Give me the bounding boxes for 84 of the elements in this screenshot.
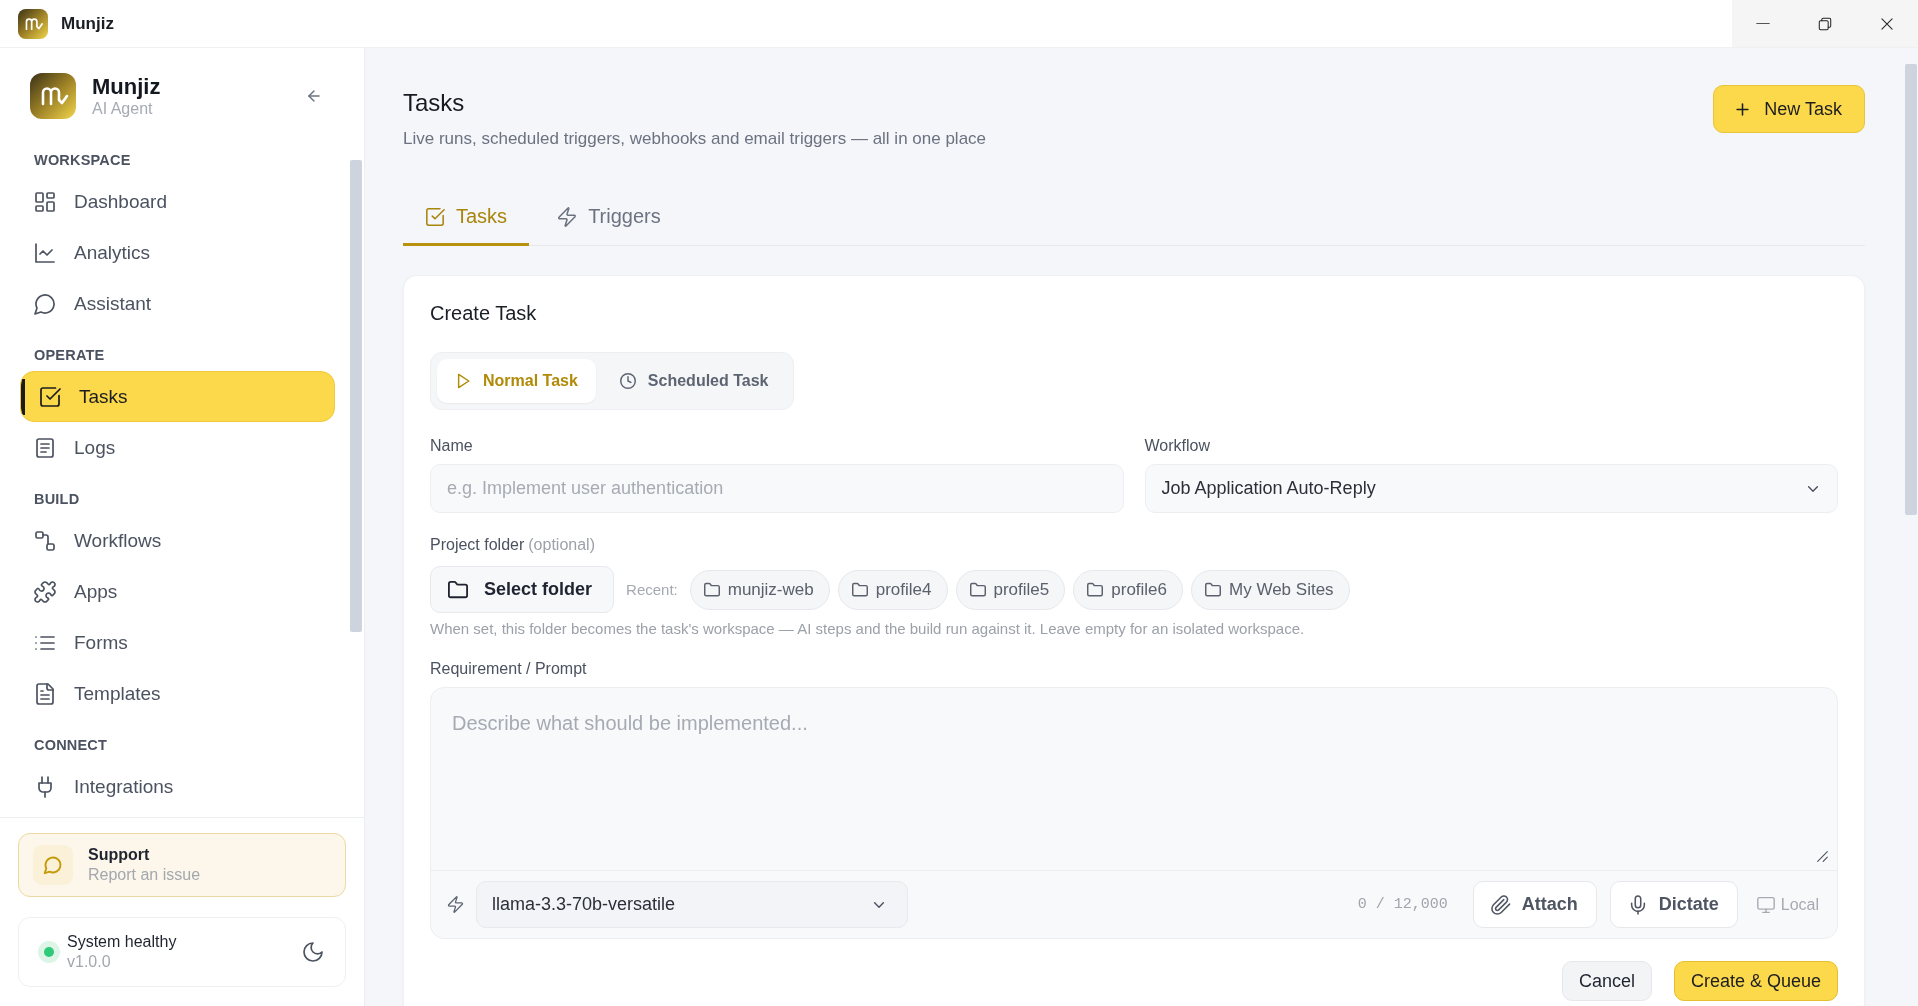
dictate-button[interactable]: Dictate bbox=[1609, 881, 1738, 928]
page-title: Tasks bbox=[403, 88, 465, 118]
checkbox-icon bbox=[425, 206, 445, 227]
folder-icon bbox=[1087, 581, 1104, 598]
optional-hint: (optional) bbox=[528, 535, 595, 555]
folder-icon bbox=[1205, 581, 1222, 598]
app-title: Munjiz bbox=[61, 13, 114, 34]
logo-icon bbox=[30, 73, 76, 119]
play-icon bbox=[455, 373, 471, 389]
nav-item[interactable]: Assistant bbox=[20, 278, 335, 329]
lightning-icon bbox=[557, 206, 578, 227]
recent-folder-chip[interactable]: profile6 bbox=[1073, 569, 1184, 610]
close-icon bbox=[1880, 16, 1894, 31]
folder-icon bbox=[703, 581, 720, 598]
recent-folder-chip[interactable]: munjiz-web bbox=[689, 569, 830, 610]
puzzle-icon bbox=[34, 580, 56, 603]
new-task-button[interactable]: New Task bbox=[1713, 85, 1865, 133]
minimize-button[interactable] bbox=[1732, 0, 1794, 47]
checkbox-icon bbox=[39, 385, 61, 408]
nav-item[interactable]: Integrations bbox=[20, 761, 335, 812]
recent-folder-chip[interactable]: profile4 bbox=[837, 569, 948, 610]
field-label: Project folder bbox=[430, 535, 525, 555]
scrollbar-thumb[interactable] bbox=[1905, 64, 1917, 515]
lightning-icon bbox=[447, 896, 464, 913]
model-select[interactable]: llama-3.3-70b-versatile bbox=[476, 881, 908, 928]
plus-icon bbox=[1734, 100, 1752, 118]
select-folder-button[interactable]: Select folder bbox=[430, 566, 615, 613]
tab[interactable]: Triggers bbox=[535, 190, 683, 246]
version-label: v1.0.0 bbox=[67, 952, 111, 972]
section-label: OPERATE bbox=[34, 346, 105, 365]
nav-item[interactable]: Workflows bbox=[20, 515, 335, 566]
submit-button[interactable]: Create & Queue bbox=[1673, 961, 1838, 1001]
nav-item[interactable]: Analytics bbox=[20, 227, 335, 278]
nav-item[interactable]: Apps bbox=[20, 566, 335, 617]
support-subtitle: Report an issue bbox=[88, 865, 201, 885]
clock-icon bbox=[619, 373, 636, 389]
section-label: BUILD bbox=[34, 490, 80, 509]
brand-tagline: AI Agent bbox=[92, 99, 153, 119]
character-count: 0 / 12,000 bbox=[1357, 896, 1448, 913]
help-text: When set, this folder becomes the task's workspace — AI steps and the build run against it. Leave empty for an isolated workspace. bbox=[430, 619, 1305, 639]
field-label: Workflow bbox=[1144, 436, 1210, 456]
folder-icon bbox=[969, 581, 986, 598]
nav-item[interactable]: Logs bbox=[20, 422, 335, 473]
folder-icon bbox=[851, 581, 868, 598]
recent-label: Recent: bbox=[626, 581, 678, 598]
recent-folder-chip[interactable]: My Web Sites bbox=[1191, 569, 1350, 610]
support-title: Support bbox=[88, 845, 150, 865]
chat-bubble-icon bbox=[34, 292, 56, 315]
prompt-textarea[interactable]: Describe what should be implemented... bbox=[431, 688, 1837, 870]
brand-name: Munjiz bbox=[92, 73, 161, 99]
recent-folder-chip[interactable]: profile5 bbox=[955, 569, 1066, 610]
cancel-button[interactable]: Cancel bbox=[1561, 961, 1652, 1001]
nav-item[interactable]: Forms bbox=[20, 617, 335, 668]
minimize-icon bbox=[1756, 22, 1770, 25]
monitor-icon bbox=[1756, 895, 1775, 914]
file-icon bbox=[34, 682, 56, 705]
scrollbar-thumb[interactable] bbox=[350, 160, 362, 632]
section-label: CONNECT bbox=[34, 736, 108, 755]
field-label: Requirement / Prompt bbox=[430, 659, 587, 679]
task-type-option[interactable]: Scheduled Task bbox=[601, 359, 787, 403]
close-button[interactable] bbox=[1856, 0, 1918, 47]
nav-item[interactable]: Templates bbox=[20, 668, 335, 719]
logo-icon bbox=[18, 8, 48, 39]
grid-icon bbox=[34, 190, 56, 213]
page-subtitle: Live runs, scheduled triggers, webhooks and email triggers — all in one place bbox=[403, 128, 987, 150]
workflow-select[interactable]: Job Application Auto-Reply bbox=[1144, 464, 1838, 513]
folder-icon bbox=[448, 579, 468, 600]
chat-bubble-icon bbox=[33, 845, 73, 885]
resize-handle-icon[interactable] bbox=[1817, 851, 1828, 862]
document-icon bbox=[34, 436, 56, 459]
name-input[interactable]: e.g. Implement user authentication bbox=[430, 464, 1124, 513]
section-label: WORKSPACE bbox=[34, 151, 131, 170]
line-chart-icon bbox=[34, 241, 56, 264]
moon-icon[interactable] bbox=[302, 941, 324, 963]
nav-item[interactable]: Dashboard bbox=[20, 176, 335, 227]
paperclip-icon bbox=[1490, 894, 1511, 915]
card-title: Create Task bbox=[430, 302, 537, 324]
workflow-icon bbox=[34, 529, 56, 552]
restore-icon bbox=[1818, 16, 1832, 31]
field-label: Name bbox=[430, 436, 473, 456]
attach-button[interactable]: Attach bbox=[1472, 881, 1597, 928]
support-card[interactable]: Support Report an issue bbox=[18, 833, 346, 897]
nav-item[interactable]: Tasks bbox=[20, 371, 335, 422]
status-label: System healthy bbox=[67, 932, 177, 952]
